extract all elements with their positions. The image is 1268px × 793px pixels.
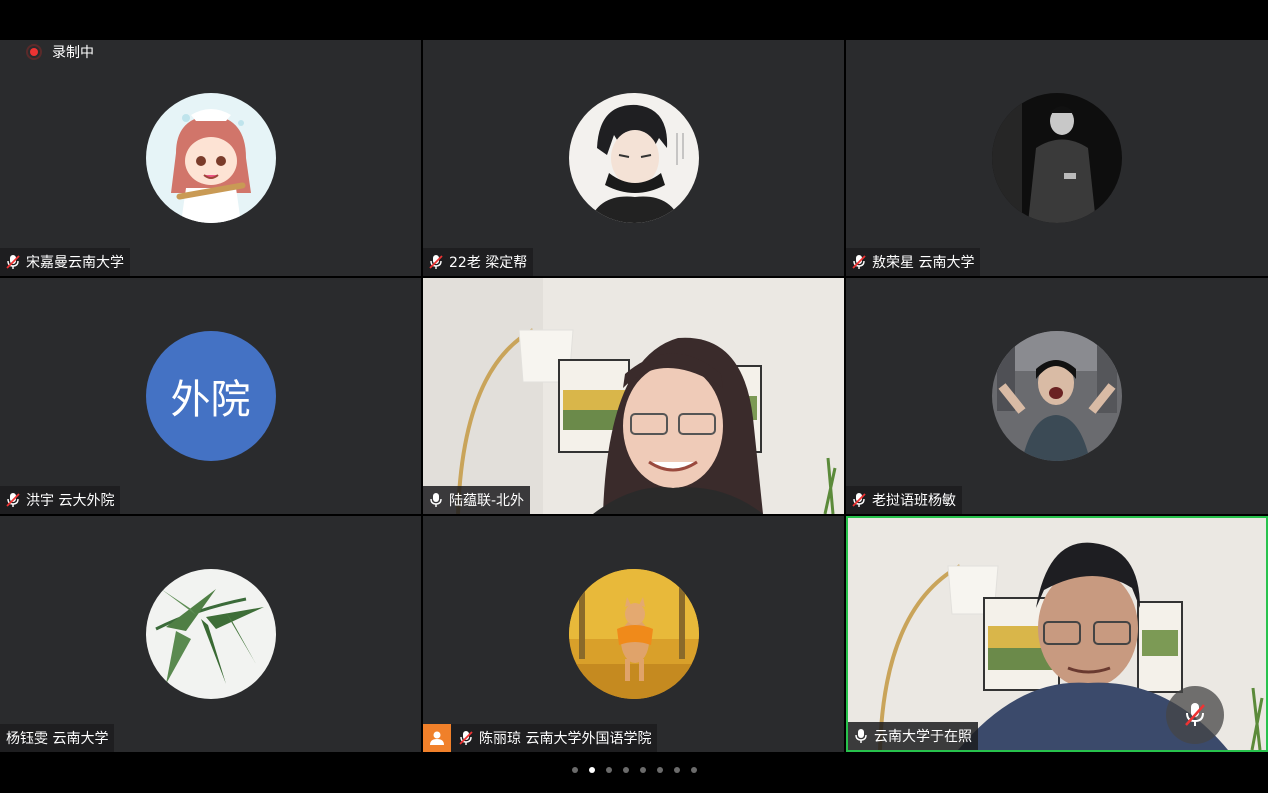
participant-name-tag: 陆蕴联-北外 xyxy=(423,486,531,514)
participant-name: 陈丽琼 云南大学外国语学院 xyxy=(479,731,652,747)
recording-indicator[interactable]: 录制中 xyxy=(26,42,94,62)
avatar xyxy=(568,93,699,223)
participant-name: 洪宇 云大外院 xyxy=(26,493,115,509)
video-grid: 宋嘉曼云南大学 22老 梁定帮 敖荣星 云南大学 外院 洪宇 云大外院 陆蕴联-… xyxy=(0,40,1268,752)
mic-muted-icon xyxy=(457,729,475,747)
avatar xyxy=(992,93,1122,223)
recording-label: 录制中 xyxy=(52,45,94,61)
page-dot[interactable] xyxy=(605,767,612,773)
participant-name: 云南大学于在照 xyxy=(874,729,972,745)
participant-tile[interactable]: 杨钰雯 云南大学 xyxy=(0,516,421,752)
mic-muted-icon xyxy=(4,491,22,509)
host-badge-icon xyxy=(423,724,451,752)
avatar xyxy=(145,569,276,699)
participant-name-tag: 杨钰雯 云南大学 xyxy=(0,724,115,752)
participant-name: 老挝语班杨敏 xyxy=(872,493,956,509)
participant-name-tag: 宋嘉曼云南大学 xyxy=(0,248,130,276)
participant-tile[interactable]: 宋嘉曼云南大学 xyxy=(0,40,421,276)
mic-muted-icon xyxy=(850,491,868,509)
participant-tile[interactable]: 老挝语班杨敏 xyxy=(846,278,1268,514)
participant-name: 陆蕴联-北外 xyxy=(449,493,525,509)
participant-name: 敖荣星 云南大学 xyxy=(872,255,975,271)
participant-tile-active-speaker[interactable]: 云南大学于在照 xyxy=(846,516,1268,752)
participant-name: 宋嘉曼云南大学 xyxy=(26,255,124,271)
page-dot[interactable] xyxy=(622,767,629,773)
participant-name: 杨钰雯 云南大学 xyxy=(6,731,109,747)
avatar xyxy=(145,93,276,223)
mic-muted-icon xyxy=(427,253,445,271)
avatar-initials: 外院 xyxy=(145,331,276,461)
page-dot[interactable] xyxy=(673,767,680,773)
participant-name-tag: 洪宇 云大外院 xyxy=(0,486,121,514)
participant-name-tag: 云南大学于在照 xyxy=(848,722,978,750)
avatar xyxy=(992,331,1122,461)
mute-microphone-button[interactable] xyxy=(1166,686,1224,744)
page-dot-current[interactable] xyxy=(588,767,595,773)
participant-name: 22老 梁定帮 xyxy=(449,255,528,271)
participant-tile[interactable]: 陆蕴联-北外 xyxy=(423,278,844,514)
mic-icon xyxy=(852,727,870,745)
participant-tile[interactable]: 22老 梁定帮 xyxy=(423,40,844,276)
participant-tile[interactable]: 陈丽琼 云南大学外国语学院 xyxy=(423,516,844,752)
page-dot[interactable] xyxy=(656,767,663,773)
participant-tile[interactable]: 外院 洪宇 云大外院 xyxy=(0,278,421,514)
participant-name-tag: 陈丽琼 云南大学外国语学院 xyxy=(423,724,658,752)
page-indicator[interactable] xyxy=(0,764,1268,776)
mic-muted-icon xyxy=(4,253,22,271)
participant-name-tag: 敖荣星 云南大学 xyxy=(846,248,981,276)
mic-muted-icon xyxy=(850,253,868,271)
participant-name-tag: 22老 梁定帮 xyxy=(423,248,534,276)
record-icon xyxy=(26,44,42,60)
page-dot[interactable] xyxy=(639,767,646,773)
mic-muted-icon xyxy=(1185,703,1205,726)
participant-video xyxy=(423,278,844,514)
avatar xyxy=(568,569,699,699)
mic-icon xyxy=(427,491,445,509)
page-dot[interactable] xyxy=(571,767,578,773)
participant-tile[interactable]: 敖荣星 云南大学 xyxy=(846,40,1268,276)
page-dot[interactable] xyxy=(690,767,697,773)
participant-name-tag: 老挝语班杨敏 xyxy=(846,486,962,514)
